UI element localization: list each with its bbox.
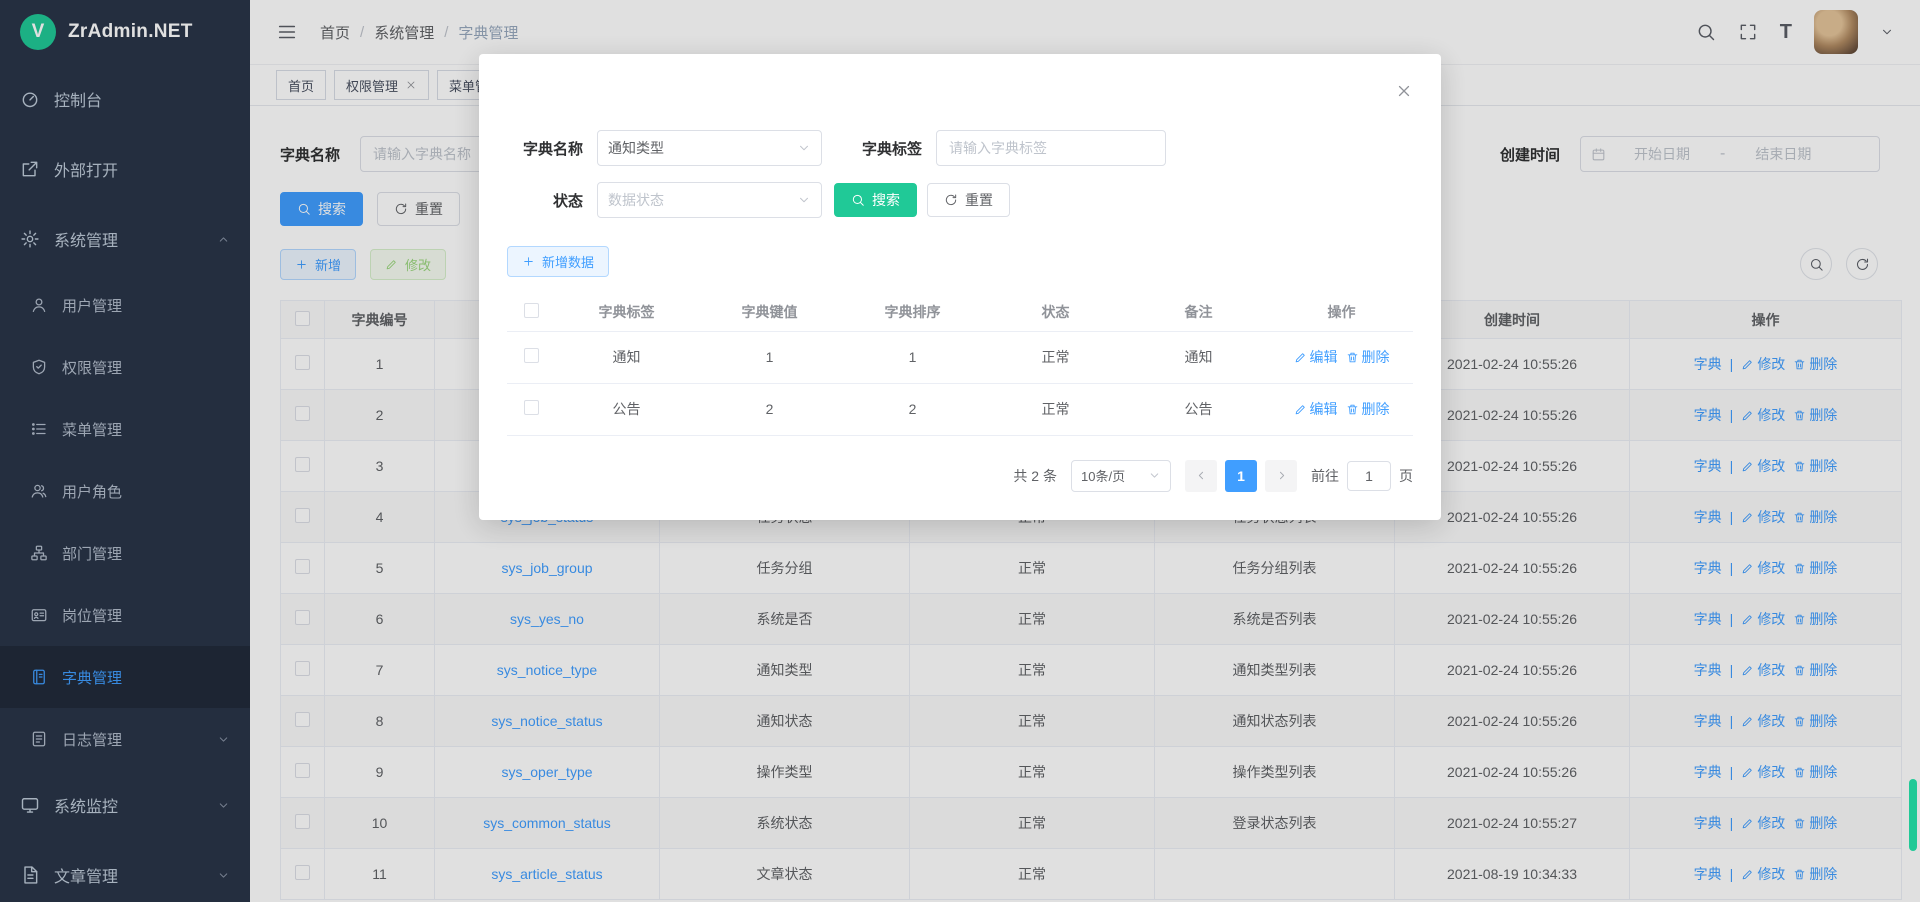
search-icon xyxy=(851,193,865,207)
scrollbar-thumb[interactable] xyxy=(1909,779,1917,851)
goto-page: 前往 页 xyxy=(1311,461,1413,491)
col-status: 状态 xyxy=(984,293,1127,331)
delete-action-link[interactable]: 删除 xyxy=(1346,399,1390,419)
dialog-search-button[interactable]: 搜索 xyxy=(834,183,917,217)
pagination: 共 2 条 10条/页 1 前往 页 xyxy=(507,460,1413,492)
status-label: 状态 xyxy=(507,190,583,211)
select-all-checkbox[interactable] xyxy=(524,303,539,318)
chevron-down-icon xyxy=(797,141,811,155)
table-row: 公告 2 2 正常 公告 编辑 删除 xyxy=(507,383,1413,435)
col-remark: 备注 xyxy=(1127,293,1270,331)
plus-icon xyxy=(522,255,535,268)
row-checkbox[interactable] xyxy=(524,348,539,363)
next-page-button[interactable] xyxy=(1265,460,1297,492)
pencil-icon xyxy=(1294,403,1307,416)
add-data-button[interactable]: 新增数据 xyxy=(507,246,609,277)
dialog-reset-button[interactable]: 重置 xyxy=(927,183,1010,217)
page-size-select[interactable]: 10条/页 xyxy=(1071,460,1171,492)
chevron-down-icon xyxy=(797,193,811,207)
dict-data-dialog: 字典名称 通知类型 字典标签 状态 数据状态 搜索 重置 新增数据 xyxy=(479,54,1441,520)
page-number-button[interactable]: 1 xyxy=(1225,460,1257,492)
page-unit-label: 页 xyxy=(1399,466,1413,486)
prev-page-button[interactable] xyxy=(1185,460,1217,492)
col-actions: 操作 xyxy=(1270,293,1413,331)
dialog-toolbar: 新增数据 xyxy=(507,246,1413,277)
status-select[interactable]: 数据状态 xyxy=(597,182,822,218)
dialog-filter-row-2: 状态 数据状态 搜索 重置 xyxy=(507,182,1413,218)
col-dict-sort: 字典排序 xyxy=(841,293,984,331)
chevron-down-icon xyxy=(1148,469,1161,482)
goto-label: 前往 xyxy=(1311,466,1339,486)
row-checkbox[interactable] xyxy=(524,400,539,415)
pager: 1 xyxy=(1185,460,1297,492)
dict-tag-input[interactable] xyxy=(936,130,1166,166)
edit-action-link[interactable]: 编辑 xyxy=(1294,347,1338,367)
close-dialog-icon[interactable] xyxy=(1395,82,1413,100)
refresh-icon xyxy=(944,193,958,207)
dict-tag-label: 字典标签 xyxy=(836,138,922,159)
dict-data-table: 字典标签 字典键值 字典排序 状态 备注 操作 通知 1 1 正常 通知 编辑 … xyxy=(507,293,1413,436)
table-row: 通知 1 1 正常 通知 编辑 删除 xyxy=(507,331,1413,383)
edit-action-link[interactable]: 编辑 xyxy=(1294,399,1338,419)
pagination-total: 共 2 条 xyxy=(1013,466,1057,486)
dict-name-label: 字典名称 xyxy=(507,138,583,159)
dict-name-select[interactable]: 通知类型 xyxy=(597,130,822,166)
goto-page-input[interactable] xyxy=(1347,461,1391,491)
col-dict-value: 字典键值 xyxy=(698,293,841,331)
trash-icon xyxy=(1346,403,1359,416)
delete-action-link[interactable]: 删除 xyxy=(1346,347,1390,367)
trash-icon xyxy=(1346,351,1359,364)
dialog-filter-row-1: 字典名称 通知类型 字典标签 xyxy=(507,130,1413,166)
pencil-icon xyxy=(1294,351,1307,364)
table-header-row: 字典标签 字典键值 字典排序 状态 备注 操作 xyxy=(507,293,1413,331)
col-dict-label: 字典标签 xyxy=(555,293,698,331)
